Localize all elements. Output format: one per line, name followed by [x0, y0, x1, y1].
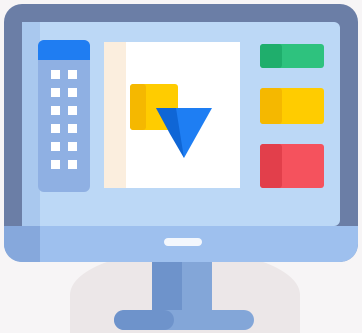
swatch-red-shadow — [260, 144, 282, 188]
swatch-green-shadow — [260, 44, 282, 68]
power-button — [164, 238, 202, 246]
screen-shadow — [22, 22, 40, 226]
monitor-chin-shadow — [4, 226, 40, 262]
monitor-stand-base-shadow — [114, 310, 174, 330]
swatch-yellow-shadow — [260, 88, 282, 124]
yellow-square-shadow — [130, 84, 146, 130]
monitor-stand-neck-shadow — [152, 254, 182, 314]
sidebar — [38, 40, 90, 192]
sidebar-header-fill — [38, 52, 90, 60]
desktop-monitor-icon — [4, 4, 358, 330]
panel-strip — [104, 42, 128, 188]
